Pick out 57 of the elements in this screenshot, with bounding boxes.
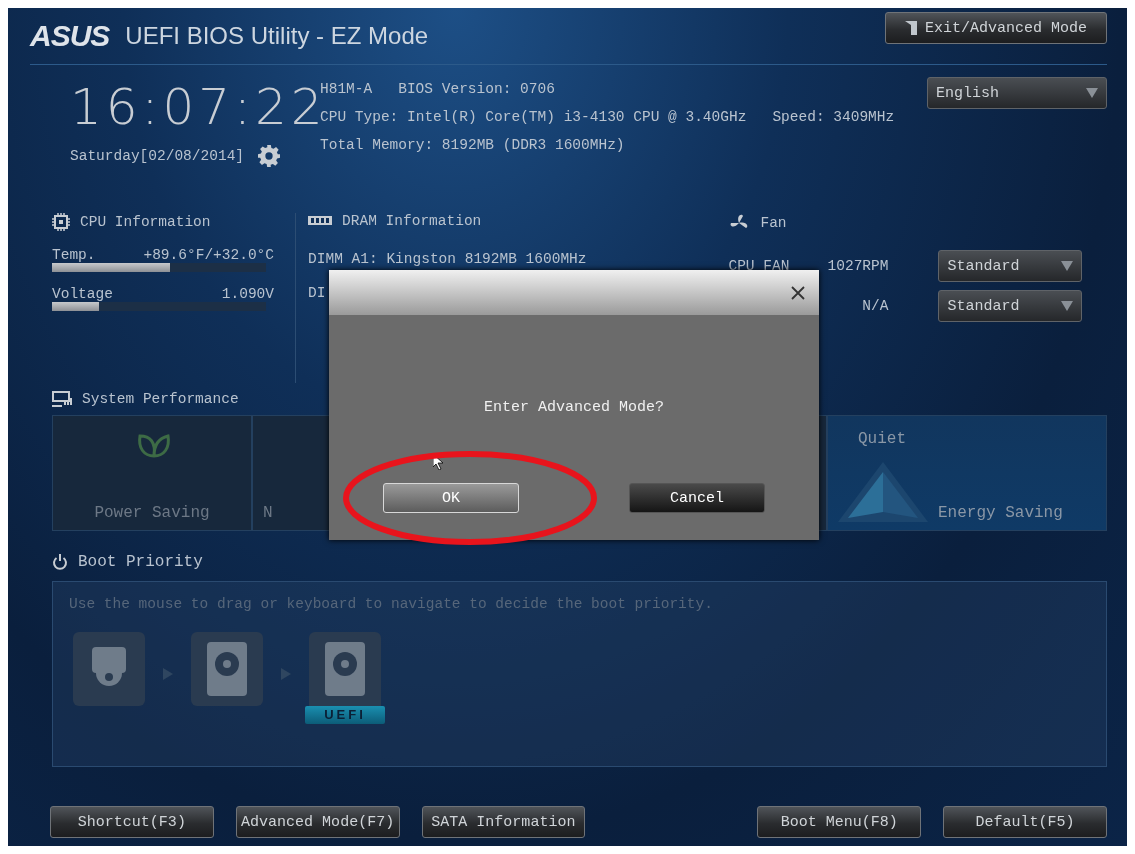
dialog-message: Enter Advanced Mode?: [484, 399, 664, 417]
mode-label: Quiet: [857, 430, 907, 448]
meter-label: Temp.: [52, 247, 96, 263]
brand-logo: ASUS: [30, 19, 110, 53]
section-title: Boot Priority: [78, 553, 203, 571]
meter-label: Voltage: [52, 286, 113, 302]
language-dropdown[interactable]: English: [927, 77, 1107, 109]
clock-date: Saturday[02/08/2014]: [70, 148, 245, 164]
exit-button[interactable]: Exit/Advanced Mode: [885, 12, 1107, 44]
fan-mode-dropdown[interactable]: Standard: [938, 290, 1083, 322]
section-title: Fan: [760, 215, 787, 231]
fan-speed: 1027RPM: [827, 258, 889, 274]
fan-name: CPU FAN: [728, 258, 790, 274]
footer-button[interactable]: Shortcut(F3): [50, 806, 214, 838]
boot-device[interactable]: [309, 632, 381, 706]
meter-value: 1.090V: [221, 286, 274, 302]
fan-speed: N/A: [862, 298, 889, 314]
meter-value: +89.6°F/+32.0°C: [143, 247, 274, 263]
memory-icon: [308, 215, 333, 227]
mode-label: N: [263, 504, 273, 522]
bios-version: BIOS Version: 0706: [398, 81, 555, 97]
footer-button[interactable]: Advanced Mode(F7): [235, 806, 400, 838]
power-icon: [52, 554, 68, 570]
dimm-info: DI: [308, 284, 327, 303]
boot-device[interactable]: [73, 632, 145, 706]
settings-icon[interactable]: [258, 145, 281, 167]
cpu-type: CPU Type: Intel(R) Core(TM) i3-4130 CPU @ 3.40GHz: [320, 109, 747, 125]
uefi-badge: UEFI: [305, 706, 385, 724]
caret-icon: [1061, 261, 1074, 271]
mode-label: Power Saving: [94, 504, 210, 522]
dialog-button[interactable]: Cancel: [629, 483, 765, 513]
fan-mode-dropdown[interactable]: Standard: [938, 250, 1083, 282]
arrow-icon: [163, 668, 173, 680]
door-icon: [905, 21, 917, 35]
arrow-icon: [281, 668, 291, 680]
section-title: CPU Information: [80, 214, 211, 230]
cpu-speed: Speed: 3409MHz: [772, 109, 895, 125]
caret-icon: [1061, 301, 1074, 311]
footer-button[interactable]: Boot Menu(F8): [757, 806, 922, 838]
boot-hint: Use the mouse to drag or keyboard to navigate to decide the boot priority.: [69, 596, 714, 612]
caret-icon: [1086, 88, 1098, 98]
clock-time: 16:07:22: [70, 77, 320, 137]
dialog-button[interactable]: OK: [383, 483, 519, 513]
mode-card[interactable]: Quiet Energy Saving: [827, 415, 1107, 531]
chip-icon: [52, 213, 70, 231]
window-title: UEFI BIOS Utility - EZ Mode: [125, 22, 429, 50]
section-title: DRAM Information: [342, 213, 482, 229]
mode-label: Energy Saving: [938, 504, 1063, 522]
footer-button[interactable]: Default(F5): [943, 806, 1107, 838]
board-model: H81M-A: [320, 81, 373, 97]
total-memory: Total Memory: 8192MB (DDR3 1600MHz): [320, 137, 625, 153]
dimm-info: DIMM A1: Kingston 8192MB 1600MHz: [308, 250, 588, 269]
monitor-icon: [52, 391, 72, 407]
close-icon[interactable]: [791, 285, 805, 300]
section-title: System Performance: [82, 391, 239, 407]
boot-device[interactable]: [191, 632, 263, 706]
footer-button[interactable]: SATA Information: [421, 806, 586, 838]
